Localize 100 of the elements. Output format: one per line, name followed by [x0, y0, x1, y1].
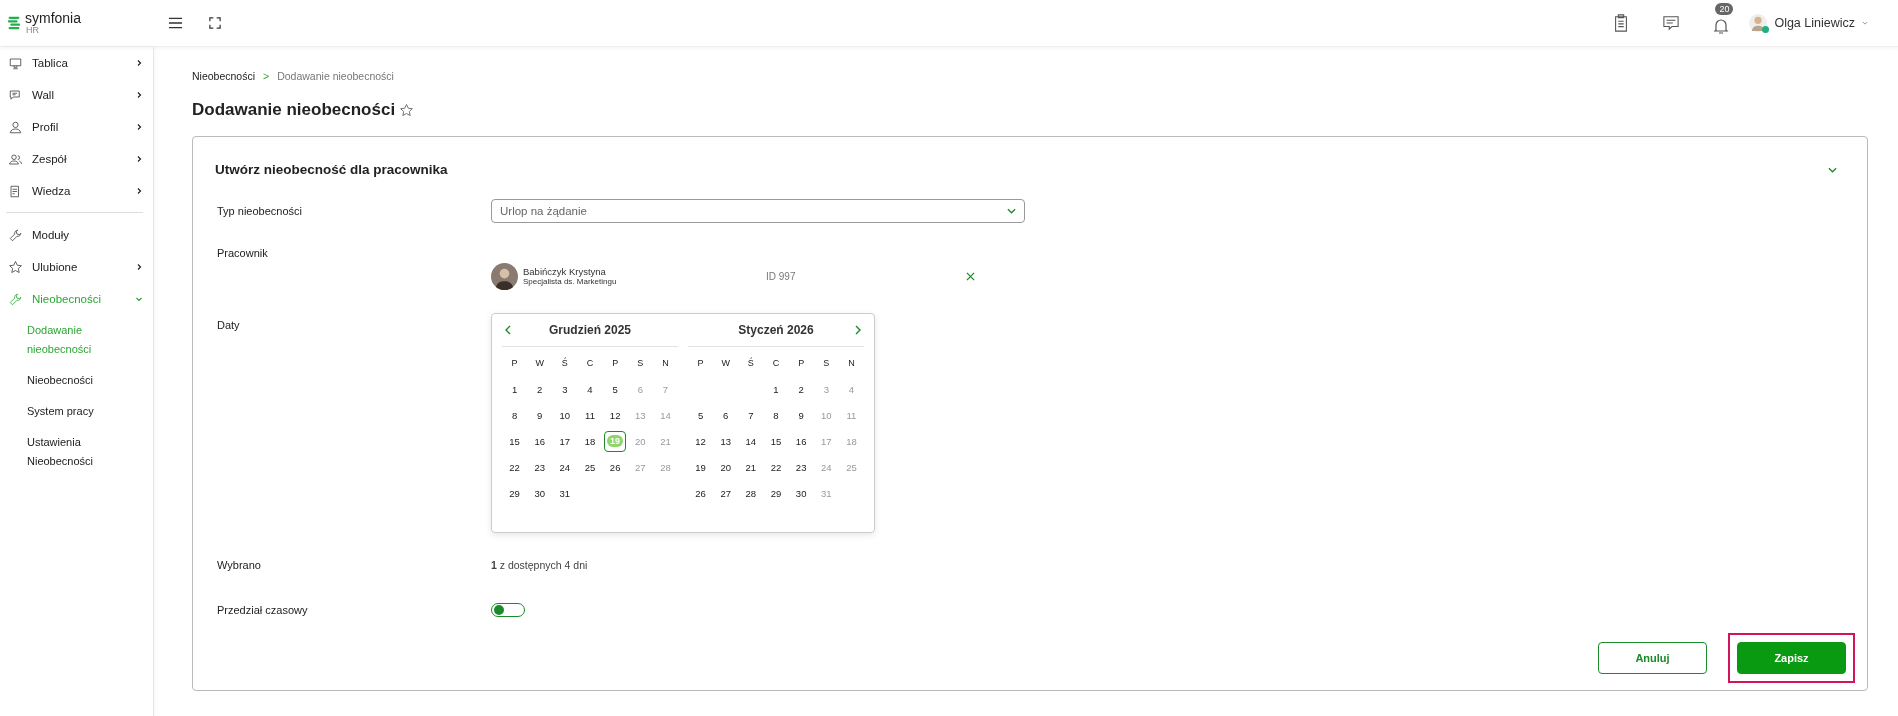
calendar-day[interactable]: 16 [534, 435, 545, 447]
calendar-day[interactable]: 1 [773, 383, 779, 395]
wrench-icon [8, 291, 23, 307]
chat-icon [8, 87, 23, 103]
fullscreen-icon[interactable] [209, 17, 221, 29]
sidebar-subitem[interactable]: System pracy [0, 396, 137, 427]
calendar-day[interactable]: 24 [559, 461, 571, 473]
weekday-label: C [586, 358, 594, 368]
user-name[interactable]: Olga Liniewicz [1774, 16, 1855, 30]
selected-days-count: 1 z dostępnych 4 dni [491, 559, 588, 571]
employee-role: Specjalista ds. Marketingu [523, 277, 618, 286]
calendar-day[interactable]: 9 [537, 409, 543, 421]
avatar [491, 262, 518, 290]
chevron-down-icon [135, 295, 143, 303]
breadcrumb-link[interactable]: Nieobecności [192, 70, 256, 82]
calendar-day[interactable]: 30 [534, 487, 545, 499]
select-field[interactable]: Urlop na żądanie [491, 199, 1025, 223]
previous-month-icon[interactable] [505, 325, 511, 335]
calendar-day[interactable]: 26 [609, 461, 621, 473]
sidebar-subitem[interactable]: Nieobecności [0, 365, 137, 396]
card-title: Utwórz nieobecność dla pracownika [215, 162, 448, 177]
calendar-day[interactable]: 1 [511, 383, 518, 395]
sidebar-item[interactable]: Tablica [0, 47, 153, 79]
field-label: Pracownik [216, 247, 269, 261]
weekday-label: Ś [561, 358, 568, 368]
sidebar-item[interactable]: Wall [0, 79, 153, 111]
calendar-day[interactable]: 21 [745, 461, 757, 473]
calendar-day[interactable]: 12 [695, 435, 706, 447]
weekday-label: W [535, 358, 544, 368]
next-month-icon[interactable] [855, 325, 861, 335]
calendar-day[interactable]: 29 [509, 487, 520, 499]
avatar[interactable] [1749, 13, 1768, 33]
calendar-day[interactable]: 25 [584, 461, 596, 473]
weekday-label: Ś [747, 358, 754, 368]
calendar-day[interactable]: 5 [612, 383, 618, 395]
calendar-day[interactable]: 4 [587, 383, 593, 395]
month-title: Grudzień 2025 [549, 323, 631, 337]
sidebar-item[interactable]: Wiedza [0, 175, 153, 207]
calendar-day[interactable]: 8 [773, 409, 779, 421]
month-title: Styczeń 2026 [738, 323, 814, 337]
clipboard-icon[interactable] [1613, 14, 1630, 32]
star-icon[interactable] [399, 102, 415, 118]
weekday-label: S [823, 358, 830, 368]
calendar-day[interactable]: 7 [748, 409, 754, 421]
weekday-label: W [721, 358, 730, 368]
calendar-day[interactable]: 8 [511, 409, 518, 421]
calendar-day[interactable]: 20 [720, 461, 731, 473]
breadcrumb-separator: > [263, 70, 270, 82]
calendar-day[interactable]: 3 [562, 383, 568, 395]
calendar-day[interactable]: 16 [795, 435, 807, 447]
cancel-button[interactable]: Anuluj [1598, 642, 1707, 674]
calendar-day[interactable]: 27 [720, 487, 731, 499]
menu-icon[interactable] [168, 17, 183, 29]
online-status-dot [1762, 26, 1770, 33]
people-icon [8, 151, 23, 167]
chevron-right-icon [135, 59, 143, 67]
calendar-day[interactable]: 28 [745, 487, 757, 499]
calendar-day[interactable]: 30 [795, 487, 807, 499]
calendar-day[interactable]: 15 [509, 435, 520, 447]
close-icon[interactable] [966, 271, 975, 281]
calendar-day[interactable]: 12 [609, 409, 621, 421]
calendar-day[interactable]: 2 [537, 383, 543, 395]
chevron-right-icon [135, 91, 143, 99]
logo-product: HR [26, 25, 39, 35]
calendar-day[interactable]: 17 [559, 435, 571, 447]
chat-icon[interactable] [1663, 14, 1680, 32]
logo-name: symfonia [25, 11, 82, 25]
chevron-down-icon[interactable] [1828, 166, 1837, 173]
calendar-day[interactable]: 5 [697, 409, 704, 421]
chevron-down-icon[interactable] [1862, 21, 1868, 25]
calendar-day[interactable]: 26 [695, 487, 706, 499]
chevron-right-icon [135, 155, 143, 163]
calendar-day[interactable]: 23 [795, 461, 807, 473]
chevron-right-icon [135, 263, 143, 271]
calendar-day[interactable]: 11 [585, 409, 595, 421]
sidebar-item[interactable]: Profil [0, 111, 153, 143]
sidebar-item[interactable]: Ulubione [0, 251, 153, 283]
sidebar-item[interactable]: Zespół [0, 143, 153, 175]
calendar-day[interactable]: 31 [559, 487, 571, 499]
save-button[interactable]: Zapisz [1737, 642, 1846, 674]
calendar-day[interactable]: 22 [770, 461, 782, 473]
calendar-day[interactable]: 15 [770, 435, 782, 447]
calendar-day[interactable]: 13 [720, 435, 731, 447]
calendar-day[interactable]: 2 [798, 383, 804, 395]
weekday-label: P [697, 358, 704, 368]
logo-icon [8, 15, 20, 31]
sidebar-item[interactable]: Moduły [0, 219, 153, 251]
calendar-day[interactable]: 23 [534, 461, 545, 473]
sidebar-subitem[interactable]: Ustawienia Nieobecności [0, 427, 137, 477]
field-label: Daty [216, 319, 241, 333]
calendar-day[interactable]: 22 [509, 461, 520, 473]
calendar-day[interactable]: 9 [798, 409, 804, 421]
bell-icon[interactable] [1713, 17, 1730, 35]
calendar-day[interactable]: 6 [723, 409, 729, 421]
calendar-day[interactable]: 14 [745, 435, 757, 447]
calendar-day[interactable]: 29 [770, 487, 782, 499]
calendar-day[interactable]: 10 [559, 409, 571, 421]
calendar-day[interactable]: 18 [584, 435, 596, 447]
weekday-label: C [772, 358, 780, 368]
calendar-day[interactable]: 19 [695, 461, 706, 473]
